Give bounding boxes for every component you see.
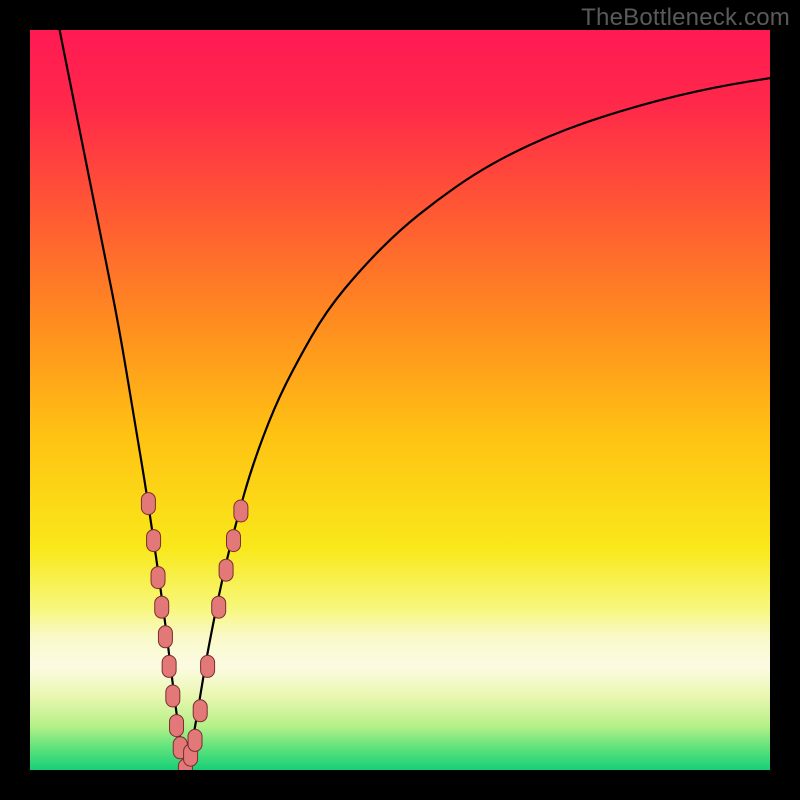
plot-area bbox=[30, 30, 770, 770]
curve-marker bbox=[188, 729, 202, 751]
curve-marker bbox=[158, 626, 172, 648]
curve-marker bbox=[227, 530, 241, 552]
chart-frame: TheBottleneck.com bbox=[0, 0, 800, 800]
curve-marker bbox=[193, 700, 207, 722]
curve-marker bbox=[219, 559, 233, 581]
curve-marker bbox=[212, 596, 226, 618]
curve-marker bbox=[141, 493, 155, 515]
curve-marker bbox=[155, 596, 169, 618]
bottleneck-chart bbox=[30, 30, 770, 770]
curve-marker bbox=[166, 685, 180, 707]
curve-marker bbox=[162, 655, 176, 677]
curve-marker bbox=[234, 500, 248, 522]
gradient-background bbox=[30, 30, 770, 770]
curve-marker bbox=[201, 655, 215, 677]
attribution-label: TheBottleneck.com bbox=[581, 4, 790, 32]
curve-marker bbox=[170, 715, 184, 737]
curve-marker bbox=[151, 567, 165, 589]
curve-marker bbox=[147, 530, 161, 552]
